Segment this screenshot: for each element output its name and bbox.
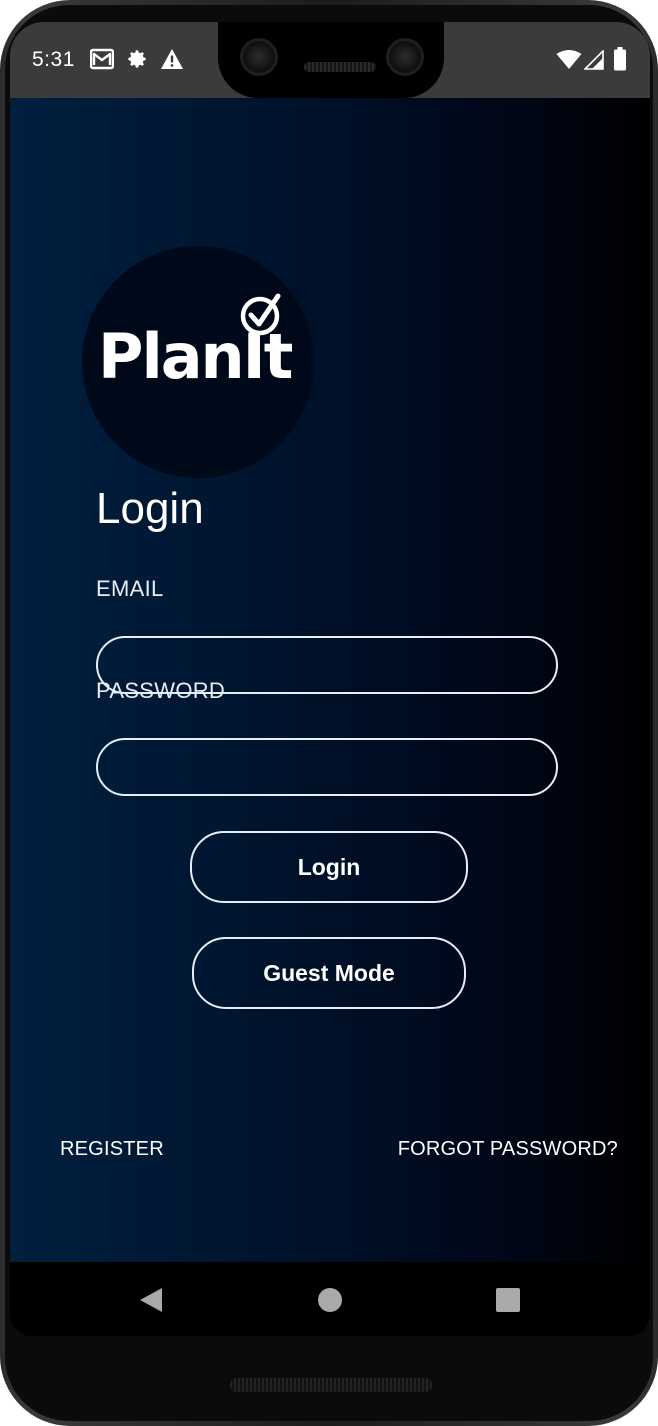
camera-notch (218, 22, 444, 98)
battery-icon (614, 47, 626, 71)
guest-mode-button[interactable]: Guest Mode (192, 937, 466, 1009)
earpiece-speaker (304, 62, 376, 72)
login-button[interactable]: Login (190, 831, 468, 903)
register-link[interactable]: REGISTER (60, 1138, 164, 1161)
settings-gear-icon (128, 50, 146, 68)
wifi-icon (556, 50, 582, 69)
recents-square-icon[interactable] (495, 1287, 521, 1313)
password-label: PASSWORD (96, 678, 226, 703)
password-field[interactable] (96, 738, 558, 796)
cellular-signal-icon (584, 50, 604, 70)
alert-triangle-icon (161, 49, 183, 69)
email-label: EMAIL (96, 576, 164, 601)
login-screen: PlanIt Login EMAIL PASSWORD Login Guest … (10, 98, 650, 1262)
bottom-speaker-grille (230, 1378, 432, 1392)
front-camera-right (386, 38, 424, 76)
forgot-password-link[interactable]: FORGOT PASSWORD? (398, 1138, 618, 1161)
gmail-icon (90, 48, 114, 70)
checkmark-circle-icon (240, 293, 281, 336)
page-title: Login (96, 484, 204, 533)
navigation-bar (10, 1262, 650, 1336)
screen: 5:31 PlanIt Login EMAIL PASSWORD Login G… (10, 22, 650, 1336)
front-camera-left (240, 38, 278, 76)
status-bar: 5:31 (10, 22, 650, 98)
status-time: 5:31 (32, 48, 75, 71)
back-triangle-icon[interactable] (138, 1287, 164, 1313)
home-circle-icon[interactable] (317, 1287, 343, 1313)
